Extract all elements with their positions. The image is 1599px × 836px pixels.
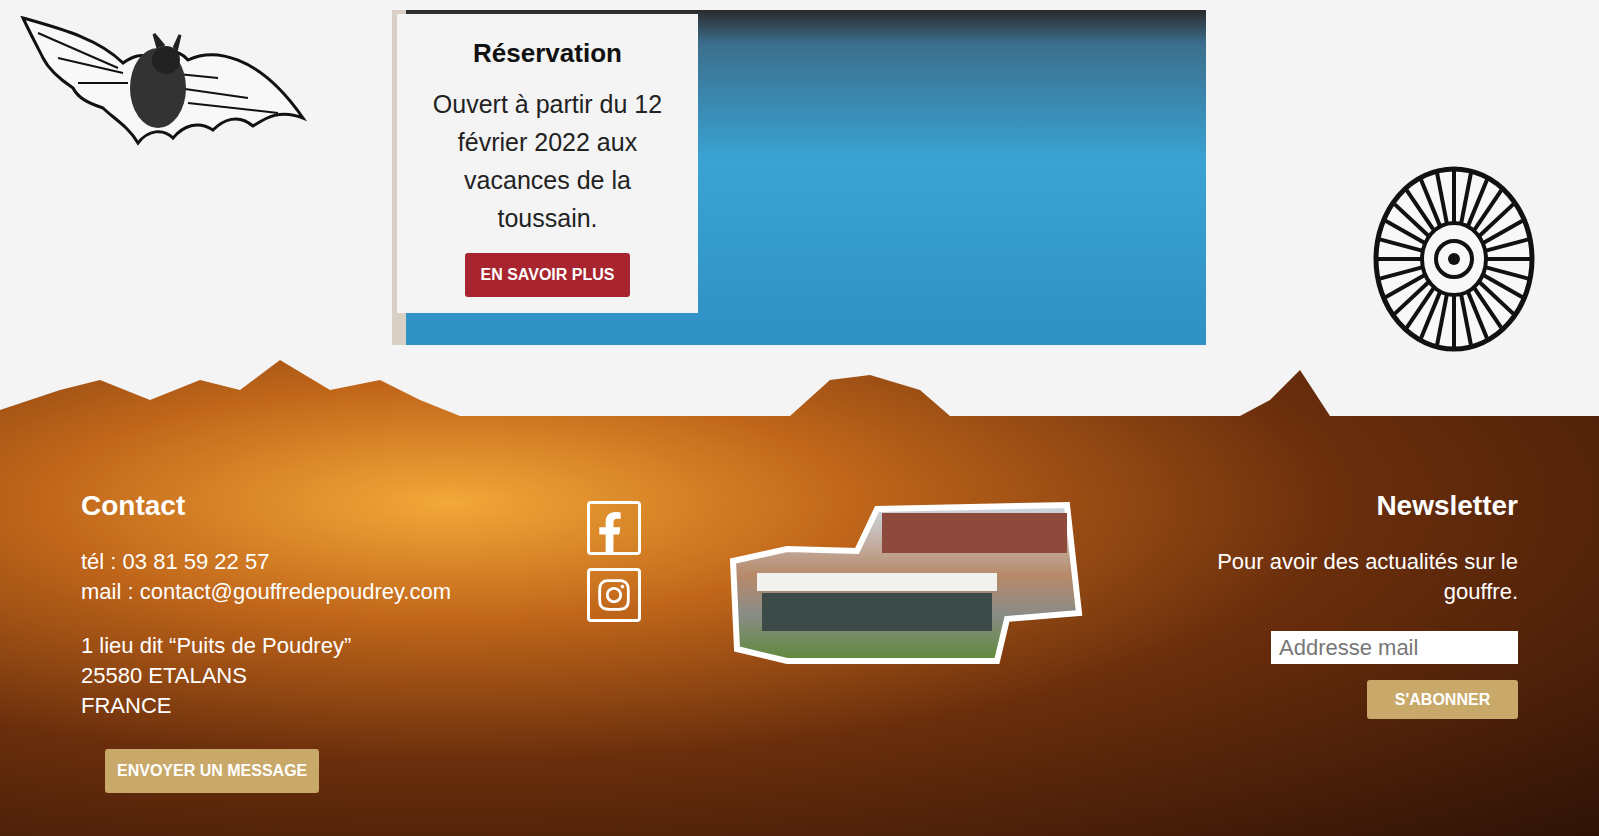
instagram-icon[interactable] (587, 568, 641, 622)
page: Réservation Ouvert à partir du 12 février… (0, 0, 1599, 836)
message-button[interactable]: ENVOYER UN MESSAGE (105, 749, 319, 793)
facebook-icon[interactable] (587, 501, 641, 555)
ammonite-icon (1366, 154, 1536, 354)
newsletter-text: Pour avoir des actualités sur le gouffre… (1178, 547, 1518, 607)
reservation-title: Réservation (473, 34, 622, 73)
top-section: Réservation Ouvert à partir du 12 février… (0, 0, 1599, 360)
subscribe-button[interactable]: S'ABONNER (1367, 680, 1518, 719)
contact: Contact tél : 03 81 59 22 57mail : contac… (81, 485, 587, 793)
address-line: 25580 ETALANS (81, 661, 587, 691)
address-line: FRANCE (81, 691, 587, 721)
reservation-banner: Réservation Ouvert à partir du 12 février… (392, 10, 1206, 345)
bat-icon (18, 8, 308, 150)
jagged-edge (0, 360, 1599, 418)
newsletter: Newsletter Pour avoir des actualités sur … (1085, 485, 1518, 793)
reservation-card: Réservation Ouvert à partir du 12 février… (397, 14, 698, 313)
newsletter-title: Newsletter (1376, 485, 1518, 527)
reservation-text: Ouvert à partir du 12 février 2022 aux v… (413, 85, 682, 237)
contact-title: Contact (81, 485, 587, 527)
address-line: 1 lieu dit “Puits de Poudrey” (81, 631, 587, 661)
contact-line: mail : contact@gouffredepoudrey.com (81, 577, 587, 607)
contact-line: tél : 03 81 59 22 57 (81, 547, 587, 577)
email-input[interactable] (1271, 631, 1518, 664)
footer: Contact tél : 03 81 59 22 57mail : contac… (0, 360, 1599, 836)
more-button[interactable]: EN SAVOIR PLUS (465, 253, 631, 297)
building-photo (727, 501, 1085, 666)
